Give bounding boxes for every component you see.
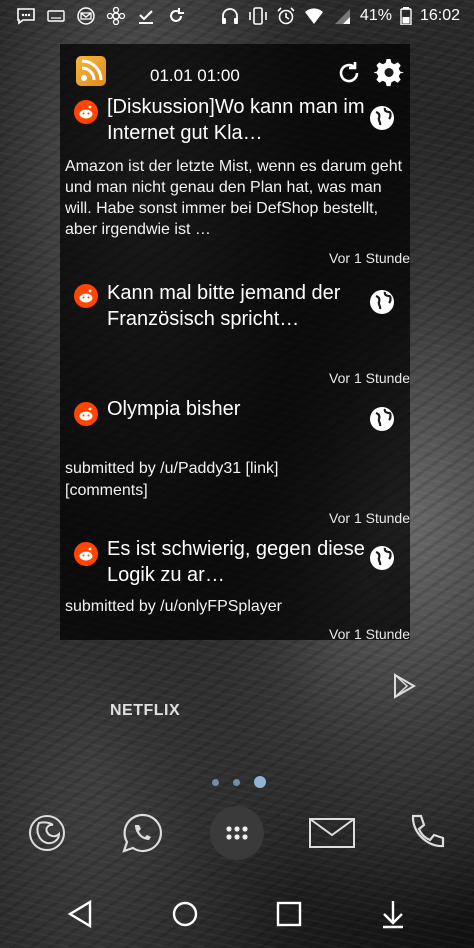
globe-icon[interactable]: [368, 405, 396, 433]
nesk-icon: [46, 7, 66, 25]
feed-item[interactable]: Es ist schwierig, gegen diese Logik zu a…: [60, 536, 410, 642]
play-store-icon[interactable]: [390, 672, 418, 700]
widget-update-time: 01.01 01:00: [150, 66, 240, 85]
feed-item-time: Vor 1 Stunde: [329, 250, 410, 266]
status-bar: 41% 16:02: [0, 0, 474, 32]
alarm-icon: [276, 7, 296, 25]
reddit-icon: [74, 100, 98, 124]
comments-link[interactable]: [comments]: [65, 480, 405, 502]
headset-icon: [220, 7, 240, 25]
reddit-feed-widget[interactable]: 01.01 01:00 [Diskussion]Wo kann man im I…: [60, 44, 410, 642]
feed-item[interactable]: Kann mal bitte jemand der Französisch sp…: [60, 280, 410, 388]
app-dock: [0, 806, 474, 866]
email-icon[interactable]: [305, 806, 359, 860]
clock: 16:02: [419, 7, 460, 24]
feed-item-title[interactable]: [Diskussion]Wo kann man im Internet gut …: [107, 94, 372, 146]
page-dot[interactable]: [233, 778, 240, 786]
globe-icon[interactable]: [368, 104, 396, 132]
feed-item[interactable]: Olympia bisher submitted by /u/Paddy31 […: [60, 396, 410, 528]
wifi-icon: [304, 7, 324, 25]
feed-item-title[interactable]: Olympia bisher: [107, 396, 372, 422]
refresh-icon[interactable]: [336, 60, 362, 86]
feed-item-title[interactable]: Es ist schwierig, gegen diese Logik zu a…: [107, 536, 372, 588]
battery-icon: [400, 7, 412, 26]
widget-header: 01.01 01:00: [74, 52, 410, 88]
sync-icon: [166, 7, 186, 25]
signal-icon: [332, 7, 352, 25]
globe-icon[interactable]: [368, 544, 396, 572]
apps-drawer-icon[interactable]: [210, 806, 264, 860]
page-dot[interactable]: [212, 778, 219, 786]
home-button[interactable]: [167, 896, 203, 932]
feed-item[interactable]: [Diskussion]Wo kann man im Internet gut …: [60, 94, 410, 266]
recents-button[interactable]: [271, 896, 307, 932]
feed-item-meta: submitted by /u/onlyFPSplayer: [65, 598, 282, 615]
feed-item-title[interactable]: Kann mal bitte jemand der Französisch sp…: [107, 280, 372, 332]
feed-item-time: Vor 1 Stunde: [329, 370, 410, 386]
netflix-label[interactable]: NETFLIX: [110, 702, 180, 720]
feed-item-meta: submitted by /u/Paddy31 [link]: [65, 460, 279, 477]
feed-item-time: Vor 1 Stunde: [329, 510, 410, 526]
page-dot-active[interactable]: [254, 776, 266, 788]
feed-item-time: Vor 1 Stunde: [329, 626, 410, 642]
globe-icon[interactable]: [368, 288, 396, 316]
navigation-bar: [0, 884, 474, 948]
rss-feed-icon[interactable]: [76, 56, 106, 86]
reddit-icon: [74, 542, 98, 566]
page-indicator: [212, 776, 266, 788]
feed-item-body: Amazon ist der letzte Mist, wenn es daru…: [65, 158, 403, 238]
battery-percent: 41%: [359, 7, 392, 24]
message-icon: [16, 7, 36, 25]
vibrate-icon: [248, 7, 268, 25]
whatsapp-icon[interactable]: [115, 806, 169, 860]
phone-icon[interactable]: [400, 806, 454, 860]
reddit-icon: [74, 284, 98, 308]
notifications-pull-button[interactable]: [375, 896, 411, 932]
back-button[interactable]: [62, 896, 98, 932]
flower-icon: [106, 6, 126, 26]
gear-icon[interactable]: [373, 58, 405, 88]
mail-icon: [76, 7, 96, 25]
download-check-icon: [136, 7, 156, 25]
reddit-icon: [74, 402, 98, 426]
firefox-icon[interactable]: [20, 806, 74, 860]
